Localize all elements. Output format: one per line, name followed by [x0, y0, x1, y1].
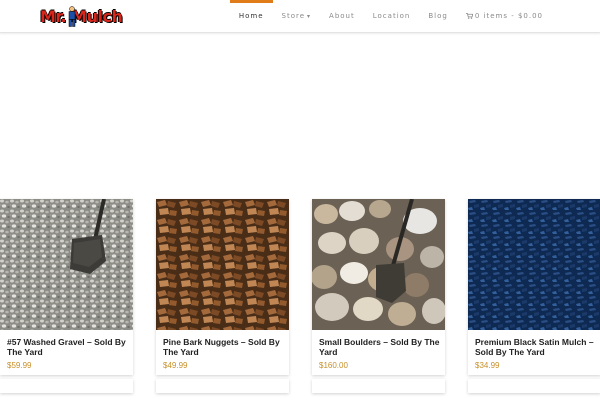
product-price: $59.99	[7, 361, 32, 370]
product-card-underlay	[156, 379, 289, 393]
nav-location[interactable]: Location	[364, 0, 420, 33]
product-image-gravel[interactable]	[0, 199, 133, 330]
product-card-underlay	[0, 379, 133, 393]
product-title[interactable]: Pine Bark Nuggets – Sold By The Yard	[163, 337, 285, 357]
pine-bark-image	[156, 199, 289, 330]
product-card-underlay	[312, 379, 445, 393]
product-grid: #57 Washed Gravel – Sold By The Yard $59…	[0, 199, 600, 400]
site-logo[interactable]: Mr. Mulch	[40, 5, 130, 29]
nav-location-label: Location	[372, 12, 411, 20]
chevron-down-icon: ▾	[307, 13, 312, 20]
product-image-black-mulch[interactable]	[468, 199, 600, 330]
nav-cart[interactable]: 0 items - $0.00	[457, 0, 552, 33]
nav-home-label: Home	[238, 12, 264, 20]
product-card[interactable]: #57 Washed Gravel – Sold By The Yard $59…	[0, 199, 133, 375]
product-card[interactable]: Pine Bark Nuggets – Sold By The Yard $49…	[156, 199, 289, 375]
product-title[interactable]: Premium Black Satin Mulch – Sold By The …	[475, 337, 597, 357]
nav-home[interactable]: Home	[229, 0, 273, 33]
main-nav: Home Store ▾ About Location Blog 0 items …	[229, 0, 552, 33]
boulders-image	[312, 199, 445, 330]
product-card[interactable]: Small Boulders – Sold By The Yard $160.0…	[312, 199, 445, 375]
cart-label: 0 items - $0.00	[474, 12, 543, 20]
product-image-boulders[interactable]	[312, 199, 445, 330]
gravel-image	[0, 199, 133, 330]
site-header: Mr. Mulch Home Store ▾ About Location Blo…	[0, 0, 600, 33]
product-image-pine-bark[interactable]	[156, 199, 289, 330]
nav-blog-label: Blog	[428, 12, 448, 20]
nav-store[interactable]: Store ▾	[273, 0, 321, 33]
black-mulch-image	[468, 199, 600, 330]
product-title[interactable]: Small Boulders – Sold By The Yard	[319, 337, 441, 357]
product-title[interactable]: #57 Washed Gravel – Sold By The Yard	[7, 337, 129, 357]
nav-about-label: About	[329, 12, 355, 20]
nav-store-label: Store	[281, 12, 306, 20]
product-price: $160.00	[319, 361, 348, 370]
product-card-underlay	[468, 379, 600, 393]
product-card[interactable]: Premium Black Satin Mulch – Sold By The …	[468, 199, 600, 375]
nav-about[interactable]: About	[320, 0, 364, 33]
cart-icon	[465, 13, 473, 19]
nav-blog[interactable]: Blog	[419, 0, 456, 33]
product-price: $49.99	[163, 361, 188, 370]
product-price: $34.99	[475, 361, 500, 370]
logo-text: Mr. Mulch	[40, 7, 123, 26]
mascot-icon	[68, 6, 76, 27]
